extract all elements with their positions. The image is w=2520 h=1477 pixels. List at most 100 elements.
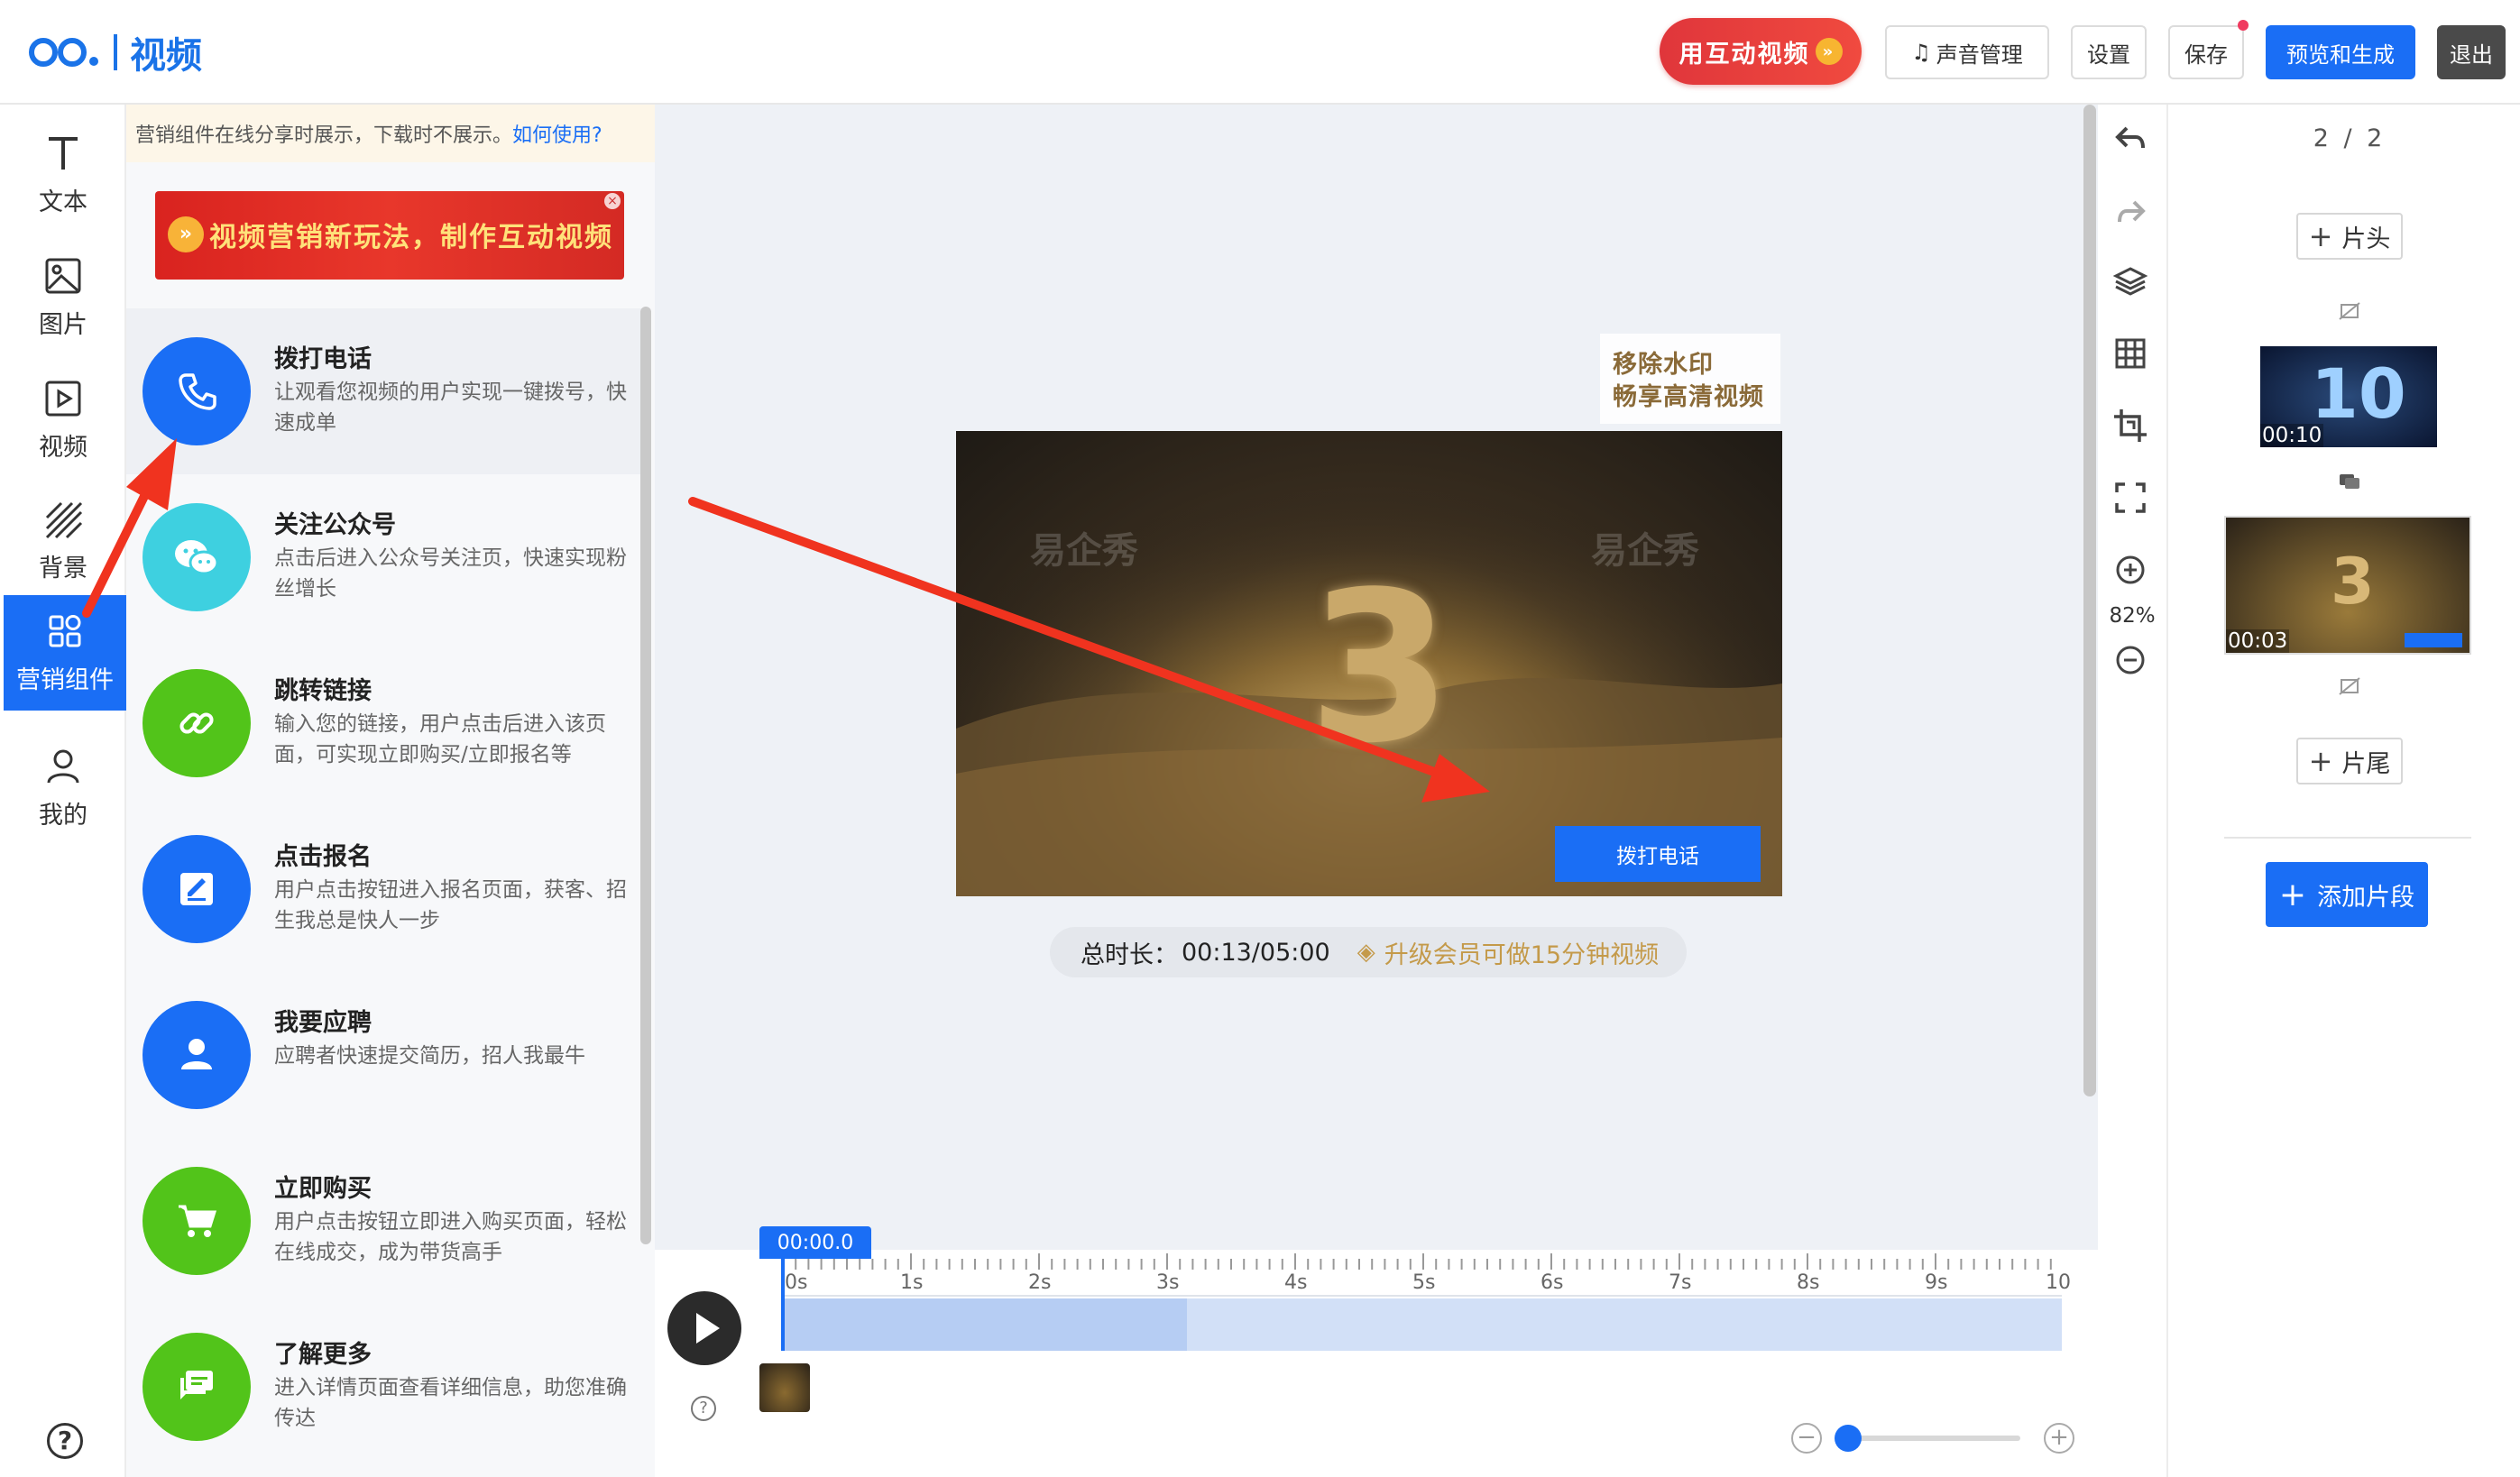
- thumb-big-number: 3: [2331, 545, 2375, 619]
- rail-item-image[interactable]: 图片: [0, 240, 126, 355]
- add-outro-button[interactable]: + 片尾: [2296, 738, 2403, 784]
- no-transition-icon[interactable]: [2336, 298, 2363, 325]
- no-transition-icon[interactable]: [2336, 673, 2363, 700]
- phone-icon: [143, 337, 251, 445]
- thumb-big-number: 10: [2311, 353, 2406, 434]
- rail-item-label: 文本: [39, 188, 87, 216]
- component-wechat[interactable]: 关注公众号 点击后进入公众号关注页，快速实现粉丝增长: [126, 474, 642, 640]
- thumb-call-button: [2405, 633, 2462, 647]
- grid-icon: [49, 614, 81, 647]
- exit-button[interactable]: 退出: [2437, 25, 2506, 79]
- how-to-use-link[interactable]: 如何使用?: [512, 119, 602, 148]
- help-icon[interactable]: ?: [47, 1423, 83, 1459]
- component-desc: 用户点击按钮进入报名页面，获客、招生我总是快人一步: [274, 878, 627, 932]
- tick-label: 4s: [1284, 1271, 1308, 1294]
- upgrade-link[interactable]: ◈ 升级会员可做15分钟视频: [1357, 935, 1659, 970]
- timeline-zoom-in-icon[interactable]: +: [2044, 1423, 2074, 1454]
- timeline-selection[interactable]: [783, 1298, 1187, 1351]
- component-signup[interactable]: 点击报名 用户点击按钮进入报名页面，获客、招生我总是快人一步: [126, 806, 642, 972]
- play-icon: [696, 1313, 720, 1344]
- timeline-zoom-knob[interactable]: [1835, 1425, 1862, 1452]
- add-intro-button[interactable]: + 片头: [2296, 213, 2403, 260]
- tick-label: 1s: [900, 1271, 924, 1294]
- component-title: 跳转链接: [274, 677, 372, 705]
- text-icon: [49, 136, 78, 170]
- rail-item-mine[interactable]: 我的: [0, 730, 126, 846]
- component-link[interactable]: 跳转链接 输入您的链接，用户点击后进入该页面，可实现立即购买/立即报名等: [126, 640, 642, 806]
- zoom-level: 82%: [2109, 604, 2156, 628]
- promo-button-label: 用互动视频: [1678, 40, 1810, 69]
- component-apply-job[interactable]: 我要应聘 应聘者快速提交简历，招人我最牛: [126, 972, 642, 1138]
- marketing-component-panel: 营销组件在线分享时展示，下载时不展示。 如何使用? » 视频营销新玩法，制作互动…: [126, 105, 655, 1477]
- zoom-in-icon[interactable]: [2112, 552, 2148, 588]
- panel-scrollbar[interactable]: [640, 307, 651, 1244]
- undo-icon[interactable]: [2112, 121, 2148, 157]
- plus-icon: +: [2308, 219, 2333, 253]
- double-chevron-icon: »: [168, 216, 204, 252]
- promo-banner[interactable]: » 视频营销新玩法，制作互动视频 ×: [155, 191, 624, 280]
- tick-label: 7s: [1669, 1271, 1692, 1294]
- diamond-icon: ◈: [1357, 939, 1375, 966]
- tick-label: 6s: [1541, 1271, 1564, 1294]
- duration-value: 00:13/05:00: [1182, 938, 1330, 967]
- component-title: 拨打电话: [274, 345, 372, 373]
- remove-watermark-badge[interactable]: 移除水印 畅享高清视频: [1600, 334, 1780, 424]
- crop-icon[interactable]: [2112, 408, 2148, 444]
- settings-button[interactable]: 设置: [2071, 25, 2147, 79]
- layers-icon[interactable]: [2112, 263, 2148, 299]
- component-desc: 进入详情页面查看详细信息，助您准确传达: [274, 1376, 627, 1430]
- timeline-zoom-slider[interactable]: [1849, 1436, 2020, 1441]
- component-desc: 用户点击按钮立即进入购买页面，轻松在线成交，成为带货高手: [274, 1210, 627, 1264]
- grid-table-icon[interactable]: [2112, 335, 2148, 372]
- zoom-out-icon[interactable]: [2112, 642, 2148, 678]
- fullscreen-icon[interactable]: [2112, 480, 2148, 516]
- cart-icon: [143, 1167, 251, 1275]
- component-desc: 点击后进入公众号关注页，快速实现粉丝增长: [274, 546, 627, 601]
- component-title: 关注公众号: [274, 511, 396, 539]
- timeline-clip-thumb[interactable]: [759, 1363, 810, 1412]
- play-button[interactable]: [667, 1291, 741, 1365]
- person-icon: [143, 1001, 251, 1109]
- timeline-help-icon[interactable]: ?: [691, 1396, 716, 1421]
- canvas-scrollbar[interactable]: [2083, 105, 2096, 1096]
- app-logo[interactable]: 视频: [27, 27, 202, 78]
- add-segment-button[interactable]: + 添加片段: [2266, 862, 2428, 927]
- rail-item-marketing[interactable]: 营销组件: [4, 595, 126, 711]
- redo-icon[interactable]: [2112, 193, 2148, 229]
- close-icon[interactable]: ×: [604, 193, 621, 209]
- preview-call-button[interactable]: 拨打电话: [1555, 826, 1761, 882]
- segment-thumb-2[interactable]: 3 00:03: [2224, 516, 2471, 655]
- playhead-line[interactable]: [781, 1259, 785, 1351]
- rail-item-video[interactable]: 视频: [0, 362, 126, 478]
- video-preview[interactable]: 易企秀 易企秀 3 拨打电话: [956, 431, 1782, 896]
- preview-big-number: 3: [1308, 548, 1453, 789]
- component-learn-more[interactable]: 了解更多 进入详情页面查看详细信息，助您准确传达: [126, 1304, 642, 1470]
- unsaved-indicator-dot: [2238, 20, 2249, 31]
- preview-watermark: 易企秀: [1591, 530, 1699, 572]
- component-call[interactable]: 拨打电话 让观看您视频的用户实现一键拨号，快速成单: [126, 308, 642, 474]
- segment-thumb-1[interactable]: 10 00:10: [2260, 346, 2437, 447]
- rail-item-text[interactable]: 文本: [0, 117, 126, 233]
- sound-button-label: 声音管理: [1936, 41, 2023, 68]
- image-icon: [45, 258, 81, 293]
- top-header: 视频 用互动视频 » ♫ 声音管理 设置 保存 预览和生成 退出: [0, 0, 2520, 105]
- preview-and-generate-button[interactable]: 预览和生成: [2266, 25, 2415, 79]
- wechat-icon: [143, 503, 251, 611]
- background-icon: [45, 501, 83, 538]
- component-buy-now[interactable]: 立即购买 用户点击按钮立即进入购买页面，轻松在线成交，成为带货高手: [126, 1138, 642, 1304]
- tick-label: 5s: [1412, 1271, 1436, 1294]
- component-desc: 应聘者快速提交简历，招人我最牛: [274, 1044, 585, 1068]
- sound-management-button[interactable]: ♫ 声音管理: [1885, 25, 2049, 79]
- video-icon: [45, 381, 81, 416]
- save-button[interactable]: 保存: [2168, 25, 2244, 79]
- rail-item-label: 营销组件: [16, 665, 114, 694]
- rail-item-background[interactable]: 背景: [0, 483, 126, 599]
- canvas-toolbar: [2098, 105, 2166, 1477]
- transition-icon[interactable]: [2336, 467, 2363, 494]
- rail-item-label: 我的: [39, 801, 87, 830]
- preview-watermark: 易企秀: [1030, 530, 1138, 572]
- interactive-video-promo-button[interactable]: 用互动视频 »: [1660, 18, 1862, 85]
- playhead-time[interactable]: 00:00.0: [759, 1226, 871, 1259]
- signup-icon: [143, 835, 251, 943]
- timeline-zoom-out-icon[interactable]: −: [1791, 1423, 1822, 1454]
